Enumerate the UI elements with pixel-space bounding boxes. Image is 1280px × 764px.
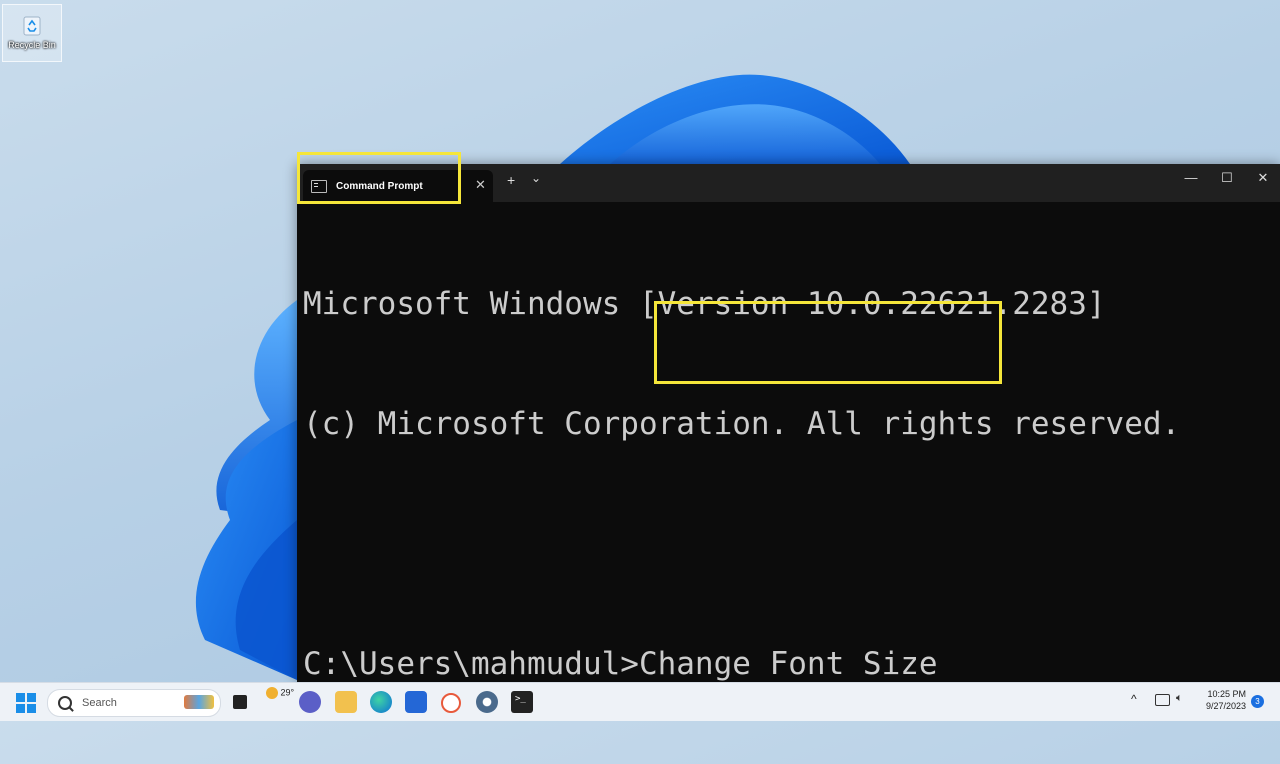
recycle-bin-label: Recycle Bin (8, 40, 56, 50)
search-highlight-icon (184, 695, 214, 709)
maximize-button[interactable]: ☐ (1212, 170, 1242, 186)
file-explorer-icon[interactable] (335, 691, 357, 713)
clock[interactable]: 10:25 PM 9/27/2023 (1196, 689, 1246, 711)
settings-icon[interactable] (476, 691, 498, 713)
edge-icon[interactable] (370, 691, 392, 713)
tab-highlight-box (297, 152, 461, 204)
search-placeholder: Search (82, 697, 117, 709)
console-line: (c) Microsoft Corporation. All rights re… (303, 406, 1181, 442)
weather-widget[interactable]: 29° (266, 687, 294, 699)
network-icon[interactable] (1155, 694, 1170, 706)
task-view-icon[interactable] (230, 691, 252, 713)
taskbar-search[interactable]: Search (47, 689, 221, 717)
taskbar: Search 29° >_ ^ 🔈︎ 10:25 PM 9/27/2023 3 (0, 682, 1280, 721)
teams-chat-icon[interactable] (299, 691, 321, 713)
store-icon[interactable] (405, 691, 427, 713)
recycle-bin-icon (23, 16, 41, 36)
console-output[interactable]: Microsoft Windows [Version 10.0.22621.22… (303, 204, 1180, 764)
notification-badge[interactable]: 3 (1251, 695, 1264, 708)
weather-icon (266, 687, 278, 699)
new-tab-button[interactable]: + (507, 172, 515, 188)
windows-logo-icon (16, 693, 25, 702)
close-button[interactable]: ✕ (1248, 170, 1278, 186)
volume-icon[interactable]: 🔈︎ (1176, 692, 1183, 705)
tab-dropdown-button[interactable]: ⌄ (531, 171, 541, 185)
weather-temp: 29° (280, 687, 295, 698)
command-highlight-box (654, 301, 1002, 384)
office-icon[interactable] (441, 693, 461, 713)
clock-date: 9/27/2023 (1205, 701, 1246, 711)
recycle-bin-shortcut[interactable]: Recycle Bin (2, 4, 62, 62)
tab-close-icon[interactable]: ✕ (475, 177, 486, 193)
terminal-window[interactable]: Command Prompt ✕ + ⌄ — ☐ ✕ Microsoft Win… (297, 164, 1280, 682)
clock-time: 10:25 PM (1207, 689, 1246, 699)
search-icon (58, 696, 72, 710)
terminal-icon[interactable]: >_ (511, 691, 533, 713)
console-prompt-line: C:\Users\mahmudul>Change Font Size (303, 646, 938, 682)
minimize-button[interactable]: — (1176, 170, 1206, 185)
start-button[interactable] (16, 693, 36, 713)
chevron-up-icon[interactable]: ^ (1131, 692, 1137, 706)
